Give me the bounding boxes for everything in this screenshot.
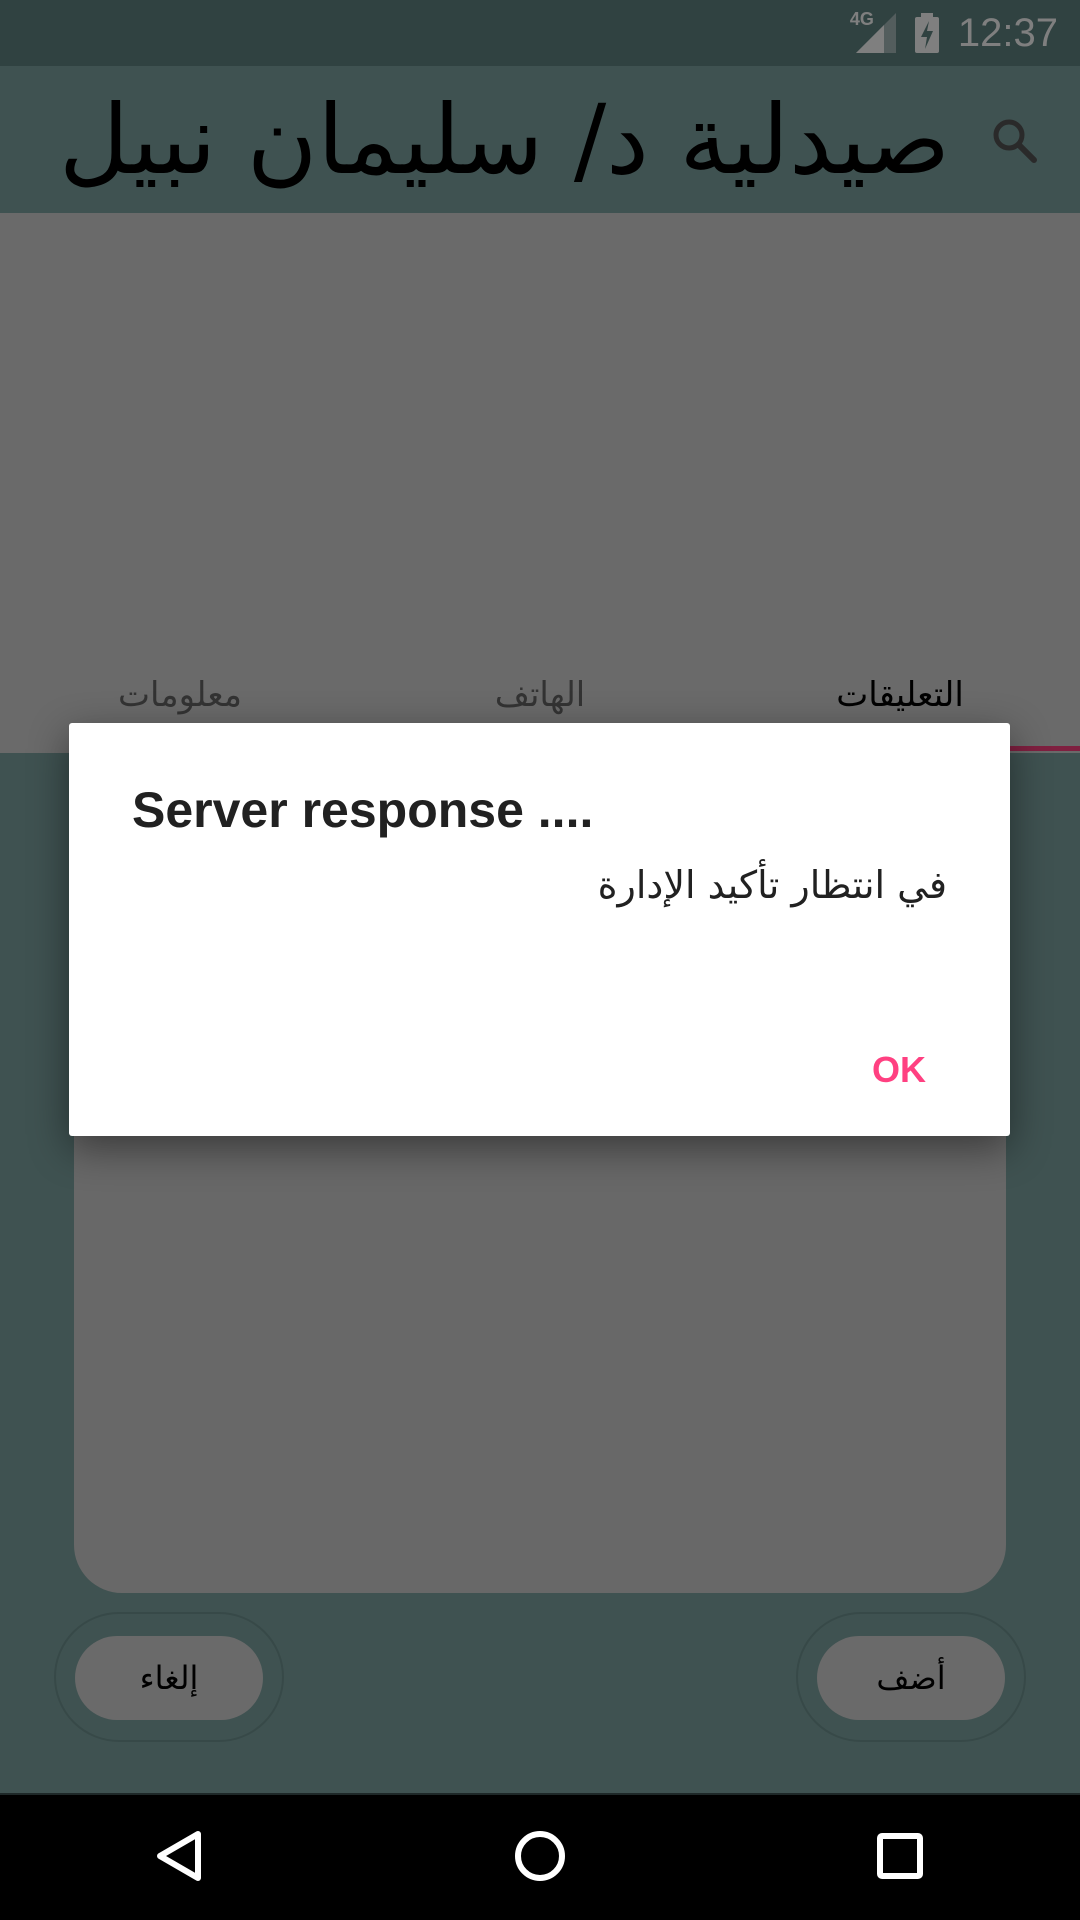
home-circle-icon [512, 1828, 568, 1888]
dialog-title: Server response .... [132, 782, 594, 838]
navigation-bar [0, 1795, 1080, 1920]
recents-button[interactable] [840, 1798, 960, 1918]
home-button[interactable] [480, 1798, 600, 1918]
dialog-message: في انتظار تأكيد الإدارة [597, 863, 947, 907]
alert-dialog: Server response .... في انتظار تأكيد الإ… [69, 723, 1010, 1136]
recents-square-icon [872, 1828, 928, 1888]
back-button[interactable] [120, 1798, 240, 1918]
back-triangle-icon [152, 1828, 208, 1888]
ok-button[interactable]: OK [860, 1039, 938, 1101]
screen: 4G 12:37 صيدلية د/ سليمان نبيل [0, 0, 1080, 1920]
